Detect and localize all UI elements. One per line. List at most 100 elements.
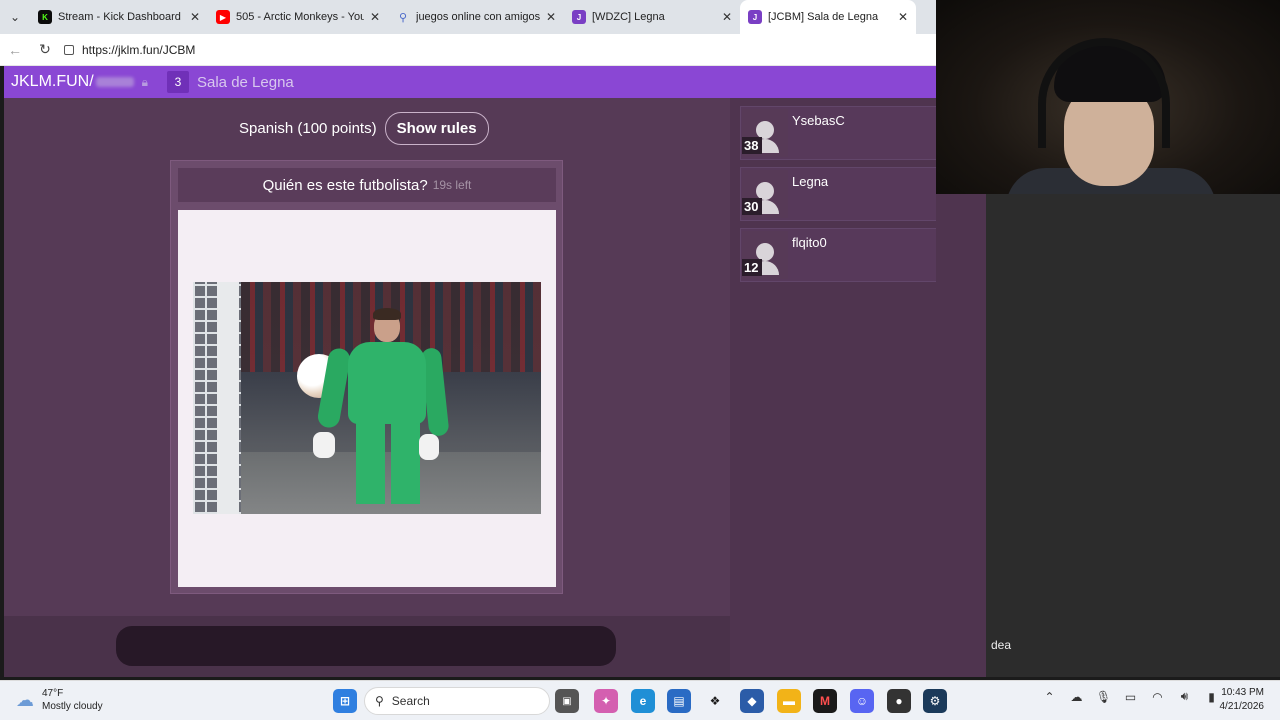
close-icon[interactable]: ✕ — [898, 10, 908, 24]
clock-date: 4/21/2026 — [1219, 701, 1265, 712]
browser-tab-kick[interactable]: K Stream - Kick Dashboard ✕ — [30, 0, 208, 34]
volume-icon[interactable]: 🔊︎ — [1171, 689, 1198, 704]
onedrive-icon[interactable]: ☁ — [1063, 690, 1090, 704]
site-brand[interactable]: JKLM.FUN/ 🔒︎ — [4, 73, 148, 91]
microphone-icon[interactable]: 🎙︎ — [1090, 690, 1117, 704]
close-icon[interactable]: ✕ — [546, 10, 556, 24]
show-rules-button[interactable]: Show rules — [384, 112, 489, 145]
dropbox-icon[interactable]: ❖ — [703, 689, 727, 713]
weather-temp: 47°F — [42, 688, 64, 699]
tab-title: 505 - Arctic Monkeys - YouTu — [236, 11, 364, 23]
question-card: Quién es este futbolista? 19s left — [170, 160, 563, 594]
room-name: Sala de Legna — [197, 73, 294, 91]
room-topbar: JKLM.FUN/ 🔒︎ 3 Sala de Legna — [4, 66, 936, 98]
steam-icon[interactable]: ⚙ — [923, 689, 947, 713]
jklm-page: JKLM.FUN/ 🔒︎ 3 Sala de Legna Spanish (10… — [4, 66, 936, 677]
browser-tab-strip: ⌄ K Stream - Kick Dashboard ✕ ▶ 505 - Ar… — [0, 0, 936, 34]
question-text: Quién es este futbolista? — [262, 176, 428, 194]
players-panel-edge — [936, 194, 986, 677]
obs-icon[interactable]: ● — [887, 689, 911, 713]
goalkeeper-jersey — [348, 342, 426, 424]
taskbar-search-label: Search — [391, 694, 430, 708]
player-card[interactable]: 12 flqito0 — [740, 228, 936, 282]
tab-title: juegos online con amigos - S — [416, 11, 540, 23]
chat-panel: dea — [986, 194, 1280, 677]
player-name: Legna — [792, 174, 829, 189]
weather-text: 47°F Mostly cloudy — [42, 687, 103, 713]
answer-bar — [4, 616, 730, 677]
app-icon[interactable]: ◆ — [740, 689, 764, 713]
player-card[interactable]: 38 YsebasC — [740, 106, 936, 160]
site-info-icon[interactable] — [64, 44, 74, 55]
chevron-up-icon[interactable]: ⌃ — [1036, 690, 1063, 704]
youtube-icon: ▶ — [216, 10, 230, 24]
close-icon[interactable]: ✕ — [190, 10, 200, 24]
players-panel: 38 YsebasC 30 Legna 12 flqito0 — [730, 98, 936, 677]
url-text: https://jklm.fun/JCBM — [82, 42, 196, 57]
wifi-icon[interactable]: ◠ — [1144, 690, 1171, 704]
player-score: 12 — [742, 259, 762, 276]
question-header: Quién es este futbolista? 19s left — [178, 168, 556, 202]
browser-tab-youtube[interactable]: ▶ 505 - Arctic Monkeys - YouTu ✕ — [208, 0, 388, 34]
room-player-count: 3 — [167, 71, 189, 93]
tab-title: [JCBM] Sala de Legna — [768, 11, 879, 23]
search-icon: ⚲ — [375, 694, 384, 708]
screen: ⌄ K Stream - Kick Dashboard ✕ ▶ 505 - Ar… — [0, 0, 1280, 720]
search-icon: ⚲ — [398, 11, 408, 24]
clock[interactable]: 10:43 PM 4/21/2026 — [1212, 686, 1265, 714]
player-score: 30 — [742, 198, 762, 215]
player-score: 38 — [742, 137, 762, 154]
brand-text: JKLM.FUN/ — [11, 73, 94, 90]
goalkeeper-glove — [419, 434, 439, 460]
folder-icon[interactable]: ▬ — [777, 689, 801, 713]
timer-text: 19s left — [432, 178, 472, 192]
dictionary-label: Spanish (100 points) — [239, 120, 377, 137]
player-card[interactable]: 30 Legna — [740, 167, 936, 221]
player-name: YsebasC — [792, 113, 845, 128]
cloud-icon: ☁ — [16, 689, 34, 710]
windows-start-icon[interactable]: ⊞ — [333, 689, 357, 713]
player-legs — [356, 422, 420, 504]
room-code-blurred — [95, 77, 134, 87]
system-tray: ⌃ ☁ 🎙︎ ▭ ◠ 🔊︎ ▮ — [1036, 689, 1225, 704]
edge-browser-icon[interactable]: e — [631, 689, 655, 713]
weather-widget[interactable]: ☁ 47°F Mostly cloudy — [16, 687, 103, 713]
tab-title: Stream - Kick Dashboard — [58, 11, 181, 23]
player-hair — [373, 308, 401, 320]
reload-icon[interactable]: ↻ — [30, 41, 60, 58]
room-info: 3 Sala de Legna — [167, 66, 294, 98]
address-bar: ← ↻ https://jklm.fun/JCBM — [0, 34, 936, 66]
game-area: Spanish (100 points) Show rules Quién es… — [4, 98, 730, 616]
browser-tab-search[interactable]: ⚲ juegos online con amigos - S ✕ — [388, 0, 564, 34]
lock-icon[interactable]: 🔒︎ — [142, 75, 148, 90]
browser-tab-jcbm[interactable]: J [JCBM] Sala de Legna ✕ — [740, 0, 916, 34]
close-icon[interactable]: ✕ — [370, 10, 380, 24]
goalkeeper-glove — [313, 432, 335, 458]
kick-icon: K — [38, 10, 52, 24]
taskbar-search[interactable]: ⚲ Search — [364, 687, 550, 715]
player-name: flqito0 — [792, 235, 827, 250]
chat-message: dea — [991, 638, 1012, 652]
weather-desc: Mostly cloudy — [42, 701, 103, 712]
app-icon-red[interactable]: M — [813, 689, 837, 713]
goal-post — [217, 282, 239, 514]
tab-title: [WDZC] Legna — [592, 11, 665, 23]
jklm-icon: J — [572, 10, 586, 24]
close-icon[interactable]: ✕ — [722, 10, 732, 24]
windows-taskbar: ☁ 47°F Mostly cloudy ⊞ ⚲ Search ▣ ✦ e ▤ … — [0, 680, 1280, 720]
webcam-overlay — [936, 0, 1280, 194]
task-view-icon[interactable]: ▣ — [555, 689, 579, 713]
copilot-icon[interactable]: ✦ — [594, 689, 618, 713]
back-arrow-icon[interactable]: ← — [0, 42, 30, 58]
question-image-box — [178, 210, 556, 587]
display-icon[interactable]: ▭ — [1117, 690, 1144, 704]
discord-icon[interactable]: ☺ — [850, 689, 874, 713]
browser-tab-wdzc[interactable]: J [WDZC] Legna ✕ — [564, 0, 740, 34]
store-icon[interactable]: ▤ — [667, 689, 691, 713]
rules-line: Spanish (100 points) Show rules — [239, 112, 489, 145]
tab-list-chevron-down-icon[interactable]: ⌄ — [0, 0, 30, 34]
answer-input[interactable] — [116, 626, 616, 666]
footballer-photo — [193, 282, 541, 514]
clock-time: 10:43 PM — [1221, 687, 1264, 698]
url-field[interactable]: https://jklm.fun/JCBM — [64, 43, 195, 57]
